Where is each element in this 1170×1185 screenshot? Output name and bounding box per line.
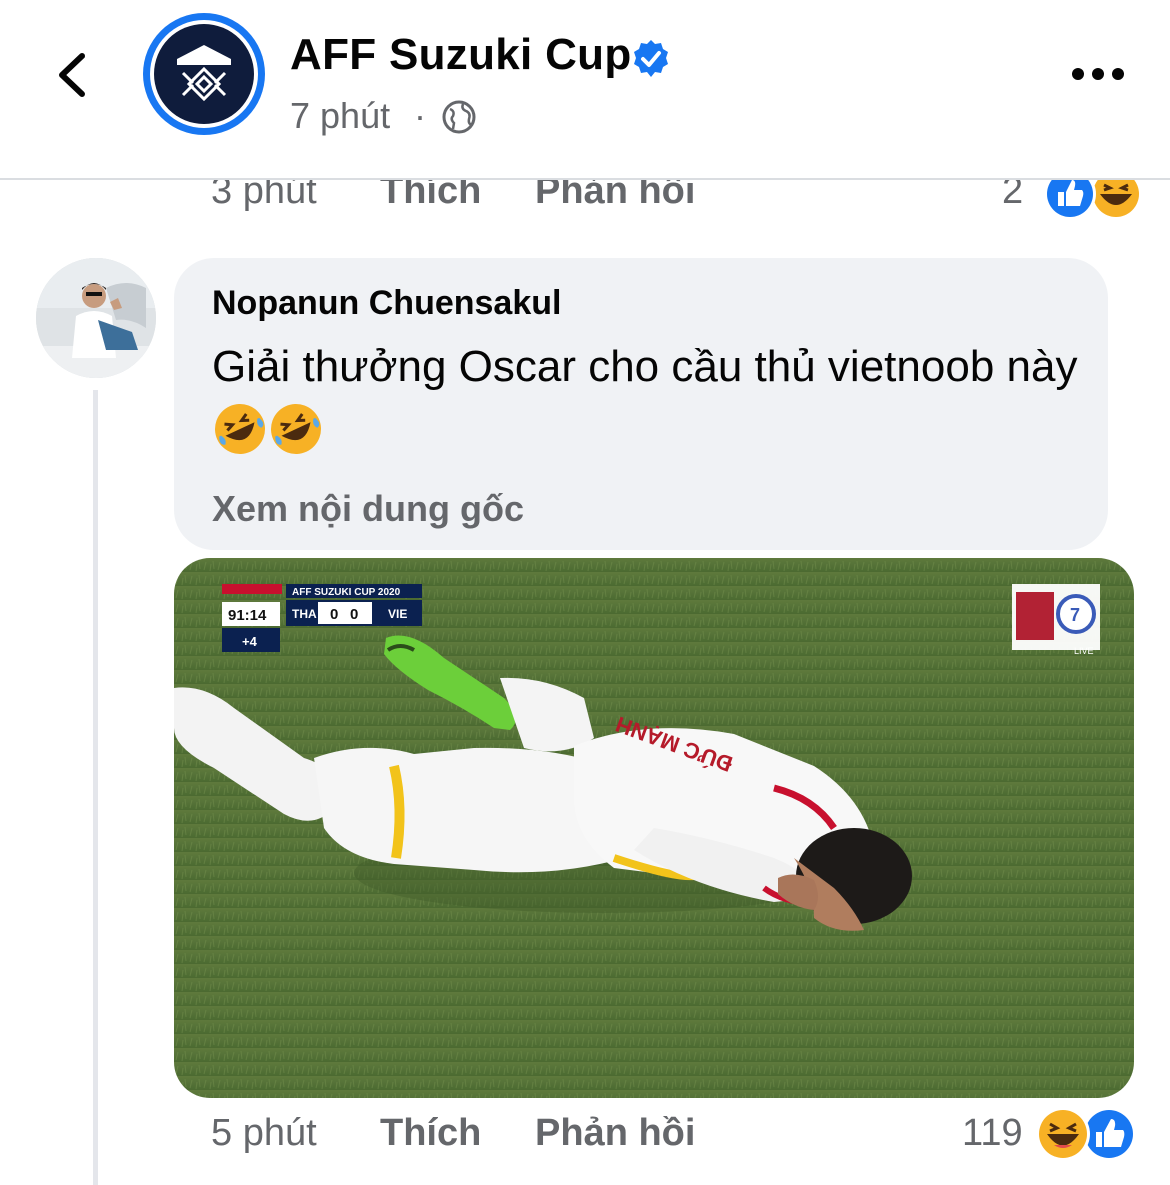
comment-text: Giải thưởng Oscar cho cầu thủ vietnoob n… [212,342,1078,391]
post-time[interactable]: 7 phút [290,95,390,137]
scoreboard-added-time: +4 [242,634,258,649]
rolling-laughing-emoji-icon [215,404,265,454]
globe-icon [442,100,476,134]
reaction-count[interactable]: 119 [962,1112,1023,1155]
previous-comment-actions: 3 phút Thích Phản hồi 2 [0,180,1170,220]
thread-line [93,390,98,1185]
header-divider [0,178,1170,180]
broadcaster-live: LIVE [1074,646,1094,656]
reply-button[interactable]: Phản hồi [535,1112,695,1155]
aff-logo-icon [177,45,231,102]
meta-separator: · [414,95,426,136]
rolling-laughing-emoji-icon [271,404,321,454]
scoreboard-away: VIE [388,607,407,621]
previous-like-button[interactable]: Thích [380,180,481,213]
comment-image[interactable]: AFF SUZUKI CUP 2020 91:14 THA 0 0 VIE +4… [174,558,1134,1098]
back-arrow-icon[interactable] [50,50,100,100]
scoreboard-tournament: AFF SUZUKI CUP 2020 [292,587,401,598]
reactions-icons[interactable] [1034,1105,1140,1163]
comment-time[interactable]: 5 phút [211,1112,317,1155]
scoreboard-home: THA [292,607,317,621]
comment-text-block: Giải thưởng Oscar cho cầu thủ vietnoob n… [212,334,1092,466]
more-options-icon[interactable] [1070,60,1126,88]
verified-badge-icon [634,40,668,77]
scoreboard-away-score: 0 [350,606,358,623]
commenter-avatar[interactable] [36,258,156,378]
see-original-button[interactable]: Xem nội dung gốc [212,488,524,530]
svg-text:7: 7 [1070,605,1080,625]
previous-reply-button[interactable]: Phản hồi [535,180,695,213]
page-avatar[interactable] [143,13,265,135]
post-header: AFF Suzuki Cup 7 phút · [0,0,1170,178]
previous-reaction-count[interactable]: 2 [1002,180,1023,213]
page-name[interactable]: AFF Suzuki Cup [290,30,632,80]
scoreboard-clock: 91:14 [228,607,267,624]
previous-comment-time[interactable]: 3 phút [211,180,317,213]
scoreboard-home-score: 0 [330,606,338,623]
comment-author[interactable]: Nopanun Chuensakul [212,284,561,323]
broadcaster-logo: 7 LIVE [1012,584,1100,656]
football-photo: AFF SUZUKI CUP 2020 91:14 THA 0 0 VIE +4… [174,558,1134,1098]
like-button[interactable]: Thích [380,1112,481,1155]
previous-reactions-icons[interactable] [1036,180,1146,220]
